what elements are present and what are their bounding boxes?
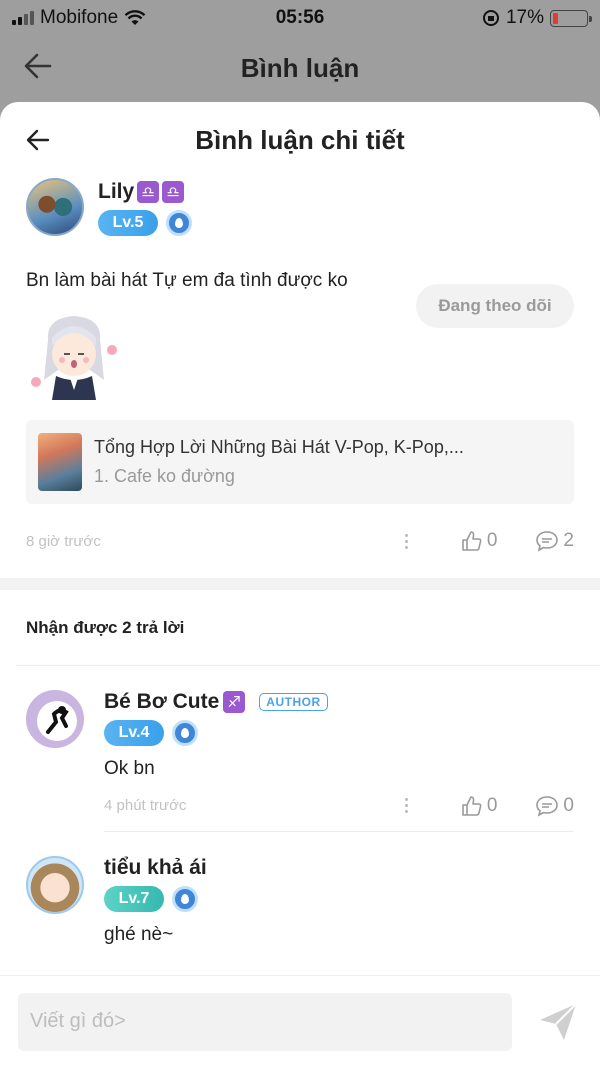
anime-sticker-image	[26, 310, 122, 406]
more-options-icon[interactable]	[395, 533, 419, 549]
like-count: 0	[486, 530, 498, 551]
linked-story-card[interactable]: Tổng Hợp Lời Những Bài Hát V-Pop, K-Pop,…	[26, 420, 574, 504]
author-badge: AUTHOR	[259, 693, 328, 711]
following-button[interactable]: Đang theo dõi	[416, 284, 574, 328]
story-thumbnail	[38, 433, 82, 491]
water-drop-badge-icon	[172, 720, 198, 746]
reply-count: 2	[563, 530, 574, 551]
reply-comment-count: 0	[563, 794, 574, 816]
sagittarius-icon: ♐	[223, 691, 246, 713]
water-drop-badge-icon	[166, 210, 192, 236]
back-arrow-icon[interactable]	[22, 50, 54, 82]
signal-icon	[12, 11, 34, 25]
like-count: 0	[486, 794, 498, 816]
back-arrow-icon[interactable]	[24, 126, 52, 154]
story-chapter: 1. Cafe ko đường	[94, 466, 235, 486]
speech-bubble-icon	[536, 795, 559, 817]
wifi-icon	[124, 10, 146, 25]
sheet-header: Bình luận chi tiết	[0, 102, 600, 178]
reply-text: ghé nè~	[104, 924, 174, 945]
reply-time: 4 phút trước	[104, 797, 187, 814]
like-button[interactable]: 0	[461, 794, 498, 817]
status-bar: Mobifone 05:56 17%	[0, 0, 600, 36]
send-icon[interactable]	[538, 1002, 578, 1042]
comment-detail-sheet: Bình luận chi tiết Lily ♎ ♎ Lv.5 Đang th…	[0, 102, 600, 1067]
battery-percent: 17%	[505, 7, 544, 28]
orientation-lock-icon	[482, 10, 499, 26]
speech-bubble-icon	[536, 531, 559, 552]
reply-count-button[interactable]: 2	[535, 530, 574, 552]
reply-meta: 4 phút trước 0 0	[104, 780, 574, 832]
reply-text: Ok bn	[104, 758, 155, 779]
comment-input[interactable]	[18, 992, 512, 1051]
avatar[interactable]	[26, 690, 84, 748]
page-title: Bình luận chi tiết	[195, 124, 405, 155]
more-options-icon[interactable]	[395, 798, 419, 813]
libra-icon: ♎	[137, 181, 160, 203]
libra-icon: ♎	[162, 181, 185, 203]
main-comment: Lily ♎ ♎ Lv.5 Đang theo dõi Bn làm bài h…	[0, 178, 600, 578]
comment-time: 8 giờ trước	[26, 532, 101, 550]
background-title: Bình luận	[240, 52, 360, 83]
battery-icon	[550, 9, 592, 27]
username[interactable]: Lily	[98, 180, 134, 204]
username[interactable]: tiểu khả ái	[104, 856, 207, 880]
water-drop-badge-icon	[172, 886, 198, 912]
avatar[interactable]	[26, 178, 84, 236]
like-button[interactable]: 0	[461, 530, 498, 552]
carrier-label: Mobifone	[40, 7, 119, 28]
level-badge: Lv.7	[104, 886, 164, 912]
username[interactable]: Bé Bơ Cute	[104, 690, 219, 714]
background-header: Bình luận	[0, 36, 600, 100]
reply-item: Bé Bơ Cute ♐ AUTHOR Lv.4 Ok bn 4 phút tr…	[0, 666, 600, 832]
avatar[interactable]	[26, 856, 84, 914]
level-badge: Lv.4	[104, 720, 164, 746]
reply-count-button[interactable]: 0	[535, 795, 574, 817]
thumbs-up-icon	[462, 795, 482, 816]
comment-input-bar	[0, 975, 600, 1067]
reply-item: tiểu khả ái Lv.7 ghé nè~	[0, 832, 600, 946]
thumbs-up-icon	[462, 531, 482, 551]
level-badge: Lv.5	[98, 210, 158, 236]
replies-header: Nhận được 2 trả lời	[16, 590, 600, 666]
section-divider	[0, 578, 600, 590]
comment-meta: 8 giờ trước 0 2	[26, 504, 574, 578]
story-title: Tổng Hợp Lời Những Bài Hát V-Pop, K-Pop,…	[94, 437, 464, 457]
